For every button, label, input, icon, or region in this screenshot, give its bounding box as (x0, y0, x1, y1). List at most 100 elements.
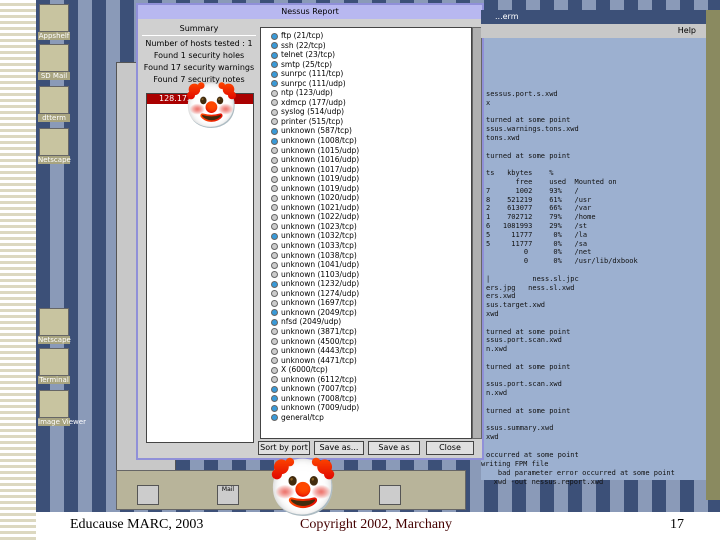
status-dot-icon (271, 194, 278, 202)
status-dot-icon (271, 404, 278, 412)
terminal-titlebar: ...erm (481, 10, 706, 24)
port-item[interactable]: xdmcp (177/udp) (261, 98, 471, 108)
port-label: unknown (1697/tcp) (281, 298, 357, 308)
status-dot-icon (271, 61, 278, 69)
port-item[interactable]: unknown (3871/tcp) (261, 327, 471, 337)
terminal-line: writing FPM file (481, 460, 549, 468)
port-item[interactable]: ftp (21/tcp) (261, 31, 471, 41)
port-item[interactable]: unknown (7008/tcp) (261, 394, 471, 404)
port-item[interactable]: unknown (4500/tcp) (261, 337, 471, 347)
terminal-bottom-output: writing FPM file bad parameter error occ… (481, 460, 706, 487)
terminal-output: sessus.port.s.xwd x turned at some point ss… (481, 38, 706, 480)
port-label: unknown (7008/tcp) (281, 393, 357, 403)
clock-icon[interactable] (137, 485, 159, 505)
port-item[interactable]: unknown (1019/udp) (261, 184, 471, 194)
port-label: X (6000/tcp) (281, 365, 328, 375)
port-item[interactable]: X (6000/tcp) (261, 365, 471, 375)
app-icon (39, 308, 69, 336)
port-item[interactable]: telnet (23/tcp) (261, 50, 471, 60)
desktop-icon-image-viewer[interactable]: Image Viewer (38, 390, 86, 426)
desktop-icon-terminal[interactable]: Terminal (38, 348, 70, 384)
text-editor-icon[interactable] (379, 485, 401, 505)
desktop-icon-sd-mail[interactable]: SD Mail (38, 44, 70, 80)
terminal-line: free used Mounted on (486, 177, 617, 186)
port-label: telnet (23/tcp) (281, 50, 336, 60)
port-item[interactable]: unknown (1032/tcp) (261, 231, 471, 241)
status-dot-icon (271, 137, 278, 145)
port-item[interactable]: unknown (6112/tcp) (261, 375, 471, 385)
port-label: xdmcp (177/udp) (281, 97, 346, 107)
port-item[interactable]: unknown (1019/udp) (261, 174, 471, 184)
hosts-tested: Number of hosts tested : 1 (145, 39, 253, 48)
port-item[interactable]: ssh (22/tcp) (261, 41, 471, 51)
terminal-line: turned at some point (486, 406, 571, 415)
port-item[interactable]: unknown (7009/udp) (261, 403, 471, 413)
port-item[interactable]: unknown (1017/udp) (261, 165, 471, 175)
port-label: smtp (25/tcp) (281, 59, 333, 69)
port-item[interactable]: unknown (1038/tcp) (261, 251, 471, 261)
app-icon (39, 390, 69, 418)
footer-left: Educause MARC, 2003 (70, 517, 204, 532)
port-label: ntp (123/udp) (281, 88, 333, 98)
port-scrollbar[interactable] (472, 27, 482, 439)
page-number: 17 (670, 517, 684, 532)
port-item[interactable]: unknown (1103/udp) (261, 270, 471, 280)
holes-count: Found 1 security holes (153, 51, 245, 60)
desktop-icon-appshelf[interactable]: Appshelf (38, 4, 70, 40)
port-label: unknown (1015/udp) (281, 145, 360, 155)
status-dot-icon (271, 328, 278, 336)
terminal-scrollbar[interactable] (706, 10, 720, 500)
port-item[interactable]: unknown (1016/udp) (261, 155, 471, 165)
port-item[interactable]: general/tcp (261, 413, 471, 423)
port-item[interactable]: smtp (25/tcp) (261, 60, 471, 70)
status-dot-icon (271, 347, 278, 355)
port-item[interactable]: unknown (1015/udp) (261, 146, 471, 156)
terminal-line: xwd (486, 309, 499, 318)
port-item[interactable]: syslog (514/udp) (261, 107, 471, 117)
port-item[interactable]: unknown (1021/udp) (261, 203, 471, 213)
close-button[interactable]: Close (426, 441, 474, 455)
desktop-icon-netscape[interactable]: Netscape (38, 308, 71, 344)
status-dot-icon (271, 185, 278, 193)
terminal-line: 0 0% /usr/lib/dxbook (486, 257, 638, 266)
port-label: unknown (1274/udp) (281, 288, 360, 298)
format-select[interactable]: Save as (368, 441, 420, 455)
port-label: unknown (1020/udp) (281, 193, 360, 203)
terminal-line: turned at some point (486, 327, 571, 336)
port-item[interactable]: unknown (1041/udp) (261, 260, 471, 270)
save-as-button[interactable]: Save as... (314, 441, 364, 455)
desktop-icon-dtterm[interactable]: dtterm (38, 86, 70, 122)
port-item[interactable]: unknown (1020/udp) (261, 193, 471, 203)
status-dot-icon (271, 127, 278, 135)
port-item[interactable]: sunrpc (111/tcp) (261, 69, 471, 79)
port-item[interactable]: sunrpc (111/udp) (261, 79, 471, 89)
port-item[interactable]: unknown (1022/udp) (261, 212, 471, 222)
port-item[interactable]: unknown (1232/udp) (261, 279, 471, 289)
sort-by-port-button[interactable]: Sort by port (258, 441, 310, 455)
port-label: ftp (21/tcp) (281, 31, 324, 40)
desktop-icon-netscape[interactable]: Netscape (38, 128, 71, 164)
status-dot-icon (271, 395, 278, 403)
terminal-menu-help[interactable]: Help (481, 24, 706, 38)
mail-button[interactable]: Mail (217, 485, 239, 505)
port-item[interactable]: unknown (2049/tcp) (261, 308, 471, 318)
port-label: unknown (1103/udp) (281, 269, 360, 279)
port-item[interactable]: ntp (123/udp) (261, 88, 471, 98)
port-item[interactable]: unknown (1023/tcp) (261, 222, 471, 232)
app-icon (39, 44, 69, 72)
port-item[interactable]: unknown (587/tcp) (261, 126, 471, 136)
port-item[interactable]: unknown (4443/tcp) (261, 346, 471, 356)
port-item[interactable]: unknown (1274/udp) (261, 289, 471, 299)
port-item[interactable]: unknown (7007/tcp) (261, 384, 471, 394)
status-dot-icon (271, 261, 278, 269)
port-item[interactable]: unknown (4471/tcp) (261, 356, 471, 366)
port-item[interactable]: unknown (1008/tcp) (261, 136, 471, 146)
icon-label: Image Viewer (38, 418, 86, 426)
port-item[interactable]: printer (515/tcp) (261, 117, 471, 127)
port-label: sunrpc (111/tcp) (281, 69, 344, 79)
port-item[interactable]: unknown (1697/tcp) (261, 298, 471, 308)
terminal-line: xwd (486, 433, 499, 442)
port-item[interactable]: nfsd (2049/udp) (261, 317, 471, 327)
port-item[interactable]: unknown (1033/tcp) (261, 241, 471, 251)
